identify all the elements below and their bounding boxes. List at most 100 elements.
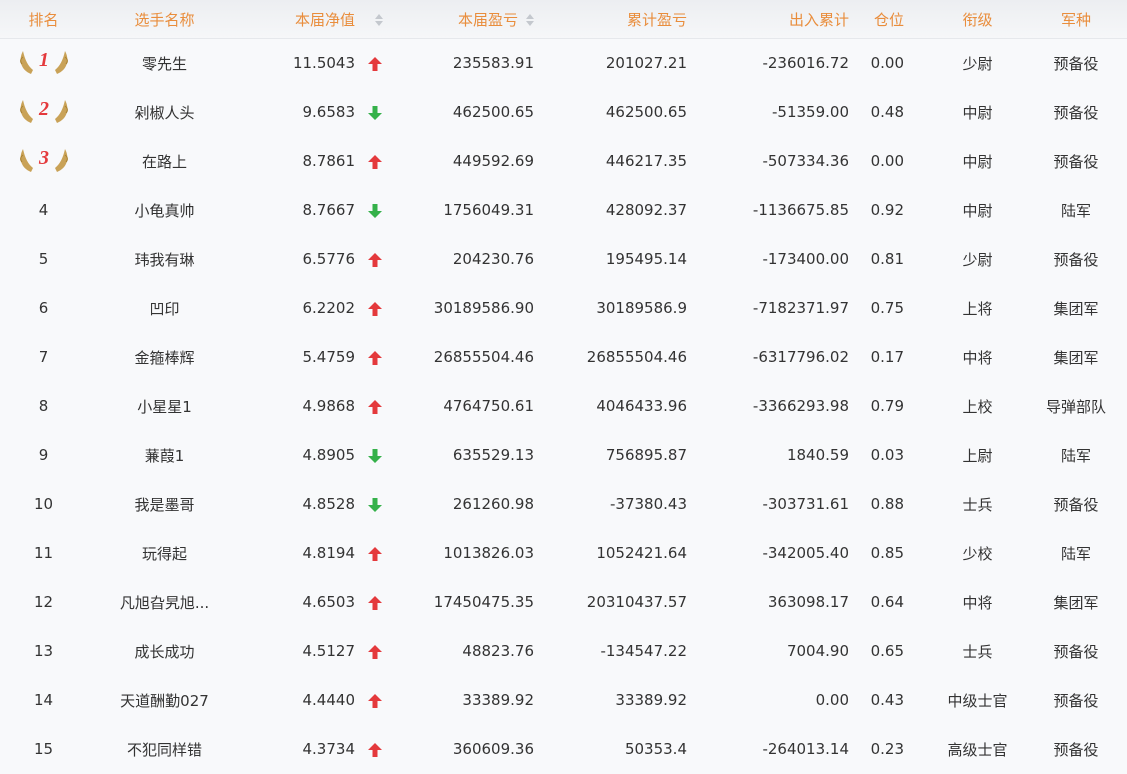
branch-value: 陆军 bbox=[1060, 201, 1091, 220]
player-name-link[interactable]: 在路上 bbox=[142, 151, 187, 172]
branch-value: 预备役 bbox=[1053, 250, 1099, 269]
rank-number: 9 bbox=[38, 446, 49, 464]
player-name-link[interactable]: 成长成功 bbox=[134, 641, 194, 662]
cumulative-pl-value: 4046433.96 bbox=[596, 397, 687, 415]
player-name-cell[interactable]: 金箍棒辉 bbox=[87, 347, 242, 368]
player-name-cell[interactable]: 蒹葭1 bbox=[87, 445, 242, 466]
position-value: 0.92 bbox=[870, 201, 904, 219]
player-name-cell[interactable]: 玩得起 bbox=[87, 543, 242, 564]
rank-medal: 1 bbox=[0, 48, 87, 78]
current-pl-value: 261260.98 bbox=[452, 495, 534, 513]
column-header-rank: 排名 bbox=[28, 10, 59, 29]
sort-icon[interactable] bbox=[526, 13, 534, 27]
current-pl-value: 360609.36 bbox=[452, 740, 534, 758]
player-name-link[interactable]: 天道酬勤027 bbox=[120, 690, 209, 711]
table-row[interactable]: 15 不犯同样错 4.3734 360609.36 50353.4 -26401… bbox=[0, 725, 1127, 774]
trend-cell bbox=[357, 397, 400, 415]
trend-cell bbox=[357, 201, 400, 219]
player-name-cell[interactable]: 我是墨哥 bbox=[87, 494, 242, 515]
military-rank-value: 上校 bbox=[962, 397, 993, 416]
player-name-cell[interactable]: 在路上 bbox=[87, 151, 242, 172]
player-name-link[interactable]: 小龟真帅 bbox=[134, 200, 194, 221]
column-header-name: 选手名称 bbox=[134, 10, 195, 29]
current-pl-value: 449592.69 bbox=[452, 152, 534, 170]
military-rank-value: 上将 bbox=[962, 299, 993, 318]
player-name-link[interactable]: 凹印 bbox=[149, 298, 179, 319]
player-name-link[interactable]: 蒹葭1 bbox=[145, 445, 185, 466]
cumulative-pl-value: 1052421.64 bbox=[596, 544, 687, 562]
position-value: 0.81 bbox=[870, 250, 904, 268]
column-header-nav[interactable]: 本届净值 bbox=[242, 9, 357, 30]
player-name-cell[interactable]: 不犯同样错 bbox=[87, 739, 242, 760]
table-row[interactable]: 14 天道酬勤027 4.4440 33389.92 33389.92 0.00… bbox=[0, 676, 1127, 725]
cumulative-pl-value: -37380.43 bbox=[610, 495, 687, 513]
player-name-cell[interactable]: 玮我有琳 bbox=[87, 249, 242, 270]
column-header-cumulative-pl: 累计盈亏 bbox=[626, 10, 687, 29]
player-name-link[interactable]: 零先生 bbox=[142, 53, 187, 74]
military-rank-value: 中尉 bbox=[962, 152, 993, 171]
position-value: 0.79 bbox=[870, 397, 904, 415]
nav-value: 4.4440 bbox=[302, 691, 356, 709]
player-name-cell[interactable]: 零先生 bbox=[87, 53, 242, 74]
table-row[interactable]: 13 成长成功 4.5127 48823.76 -134547.22 7004.… bbox=[0, 627, 1127, 676]
trend-cell bbox=[357, 103, 400, 121]
current-pl-value: 30189586.90 bbox=[433, 299, 534, 317]
ranking-table: 排名 选手名称 本届净值 本届盈亏 累计盈亏 出入累计 仓位 衔级 军种 1 零… bbox=[0, 0, 1127, 774]
inout-value: -7182371.97 bbox=[752, 299, 849, 317]
player-name-link[interactable]: 我是墨哥 bbox=[134, 494, 194, 515]
nav-value: 11.5043 bbox=[292, 54, 355, 72]
trend-cell bbox=[357, 495, 400, 513]
player-name-cell[interactable]: 剁椒人头 bbox=[87, 102, 242, 123]
player-name-link[interactable]: 不犯同样错 bbox=[127, 739, 202, 760]
player-name-cell[interactable]: 小龟真帅 bbox=[87, 200, 242, 221]
arrow-up-icon bbox=[367, 152, 383, 170]
rank-number: 5 bbox=[38, 250, 49, 268]
table-row[interactable]: 12 凡旭旮旯旭... 4.6503 17450475.35 20310437.… bbox=[0, 578, 1127, 627]
table-row[interactable]: 5 玮我有琳 6.5776 204230.76 195495.14 -17340… bbox=[0, 235, 1127, 284]
table-row[interactable]: 6 凹印 6.2202 30189586.90 30189586.9 -7182… bbox=[0, 284, 1127, 333]
table-body: 1 零先生 11.5043 235583.91 201027.21 -23601… bbox=[0, 39, 1127, 774]
current-pl-value: 635529.13 bbox=[452, 446, 534, 464]
military-rank-value: 少尉 bbox=[962, 250, 993, 269]
table-row[interactable]: 2 剁椒人头 9.6583 462500.65 462500.65 -51359… bbox=[0, 88, 1127, 137]
player-name-link[interactable]: 剁椒人头 bbox=[134, 102, 194, 123]
table-row[interactable]: 8 小星星1 4.9868 4764750.61 4046433.96 -336… bbox=[0, 382, 1127, 431]
arrow-down-icon bbox=[367, 103, 383, 121]
player-name-link[interactable]: 凡旭旮旯旭... bbox=[120, 592, 209, 613]
player-name-cell[interactable]: 凡旭旮旯旭... bbox=[87, 592, 242, 613]
player-name-cell[interactable]: 天道酬勤027 bbox=[87, 690, 242, 711]
table-row[interactable]: 11 玩得起 4.8194 1013826.03 1052421.64 -342… bbox=[0, 529, 1127, 578]
arrow-up-icon bbox=[367, 691, 383, 709]
nav-value: 4.9868 bbox=[302, 397, 356, 415]
table-row[interactable]: 10 我是墨哥 4.8528 261260.98 -37380.43 -3037… bbox=[0, 480, 1127, 529]
position-value: 0.85 bbox=[870, 544, 904, 562]
player-name-link[interactable]: 小星星1 bbox=[137, 396, 192, 417]
table-row[interactable]: 7 金箍棒辉 5.4759 26855504.46 26855504.46 -6… bbox=[0, 333, 1127, 382]
nav-value: 4.3734 bbox=[302, 740, 356, 758]
column-header-position: 仓位 bbox=[873, 10, 904, 29]
player-name-link[interactable]: 玮我有琳 bbox=[134, 249, 194, 270]
branch-value: 预备役 bbox=[1053, 103, 1099, 122]
cumulative-pl-value: 201027.21 bbox=[605, 54, 687, 72]
nav-value: 6.2202 bbox=[302, 299, 356, 317]
cumulative-pl-value: 428092.37 bbox=[605, 201, 687, 219]
current-pl-value: 4764750.61 bbox=[443, 397, 534, 415]
current-pl-value: 17450475.35 bbox=[433, 593, 534, 611]
table-row[interactable]: 9 蒹葭1 4.8905 635529.13 756895.87 1840.59… bbox=[0, 431, 1127, 480]
cumulative-pl-value: -134547.22 bbox=[600, 642, 687, 660]
player-name-link[interactable]: 金箍棒辉 bbox=[134, 347, 194, 368]
player-name-link[interactable]: 玩得起 bbox=[142, 543, 187, 564]
military-rank-value: 中将 bbox=[962, 593, 993, 612]
player-name-cell[interactable]: 小星星1 bbox=[87, 396, 242, 417]
column-header-current-pl[interactable]: 本届盈亏 bbox=[400, 9, 534, 30]
position-value: 0.00 bbox=[870, 54, 904, 72]
player-name-cell[interactable]: 成长成功 bbox=[87, 641, 242, 662]
nav-value: 4.6503 bbox=[302, 593, 356, 611]
player-name-cell[interactable]: 凹印 bbox=[87, 298, 242, 319]
table-row[interactable]: 1 零先生 11.5043 235583.91 201027.21 -23601… bbox=[0, 39, 1127, 88]
table-row[interactable]: 3 在路上 8.7861 449592.69 446217.35 -507334… bbox=[0, 137, 1127, 186]
table-row[interactable]: 4 小龟真帅 8.7667 1756049.31 428092.37 -1136… bbox=[0, 186, 1127, 235]
sort-nav-button[interactable] bbox=[357, 10, 400, 28]
branch-value: 集团军 bbox=[1053, 299, 1099, 318]
sort-icon[interactable] bbox=[375, 13, 383, 27]
